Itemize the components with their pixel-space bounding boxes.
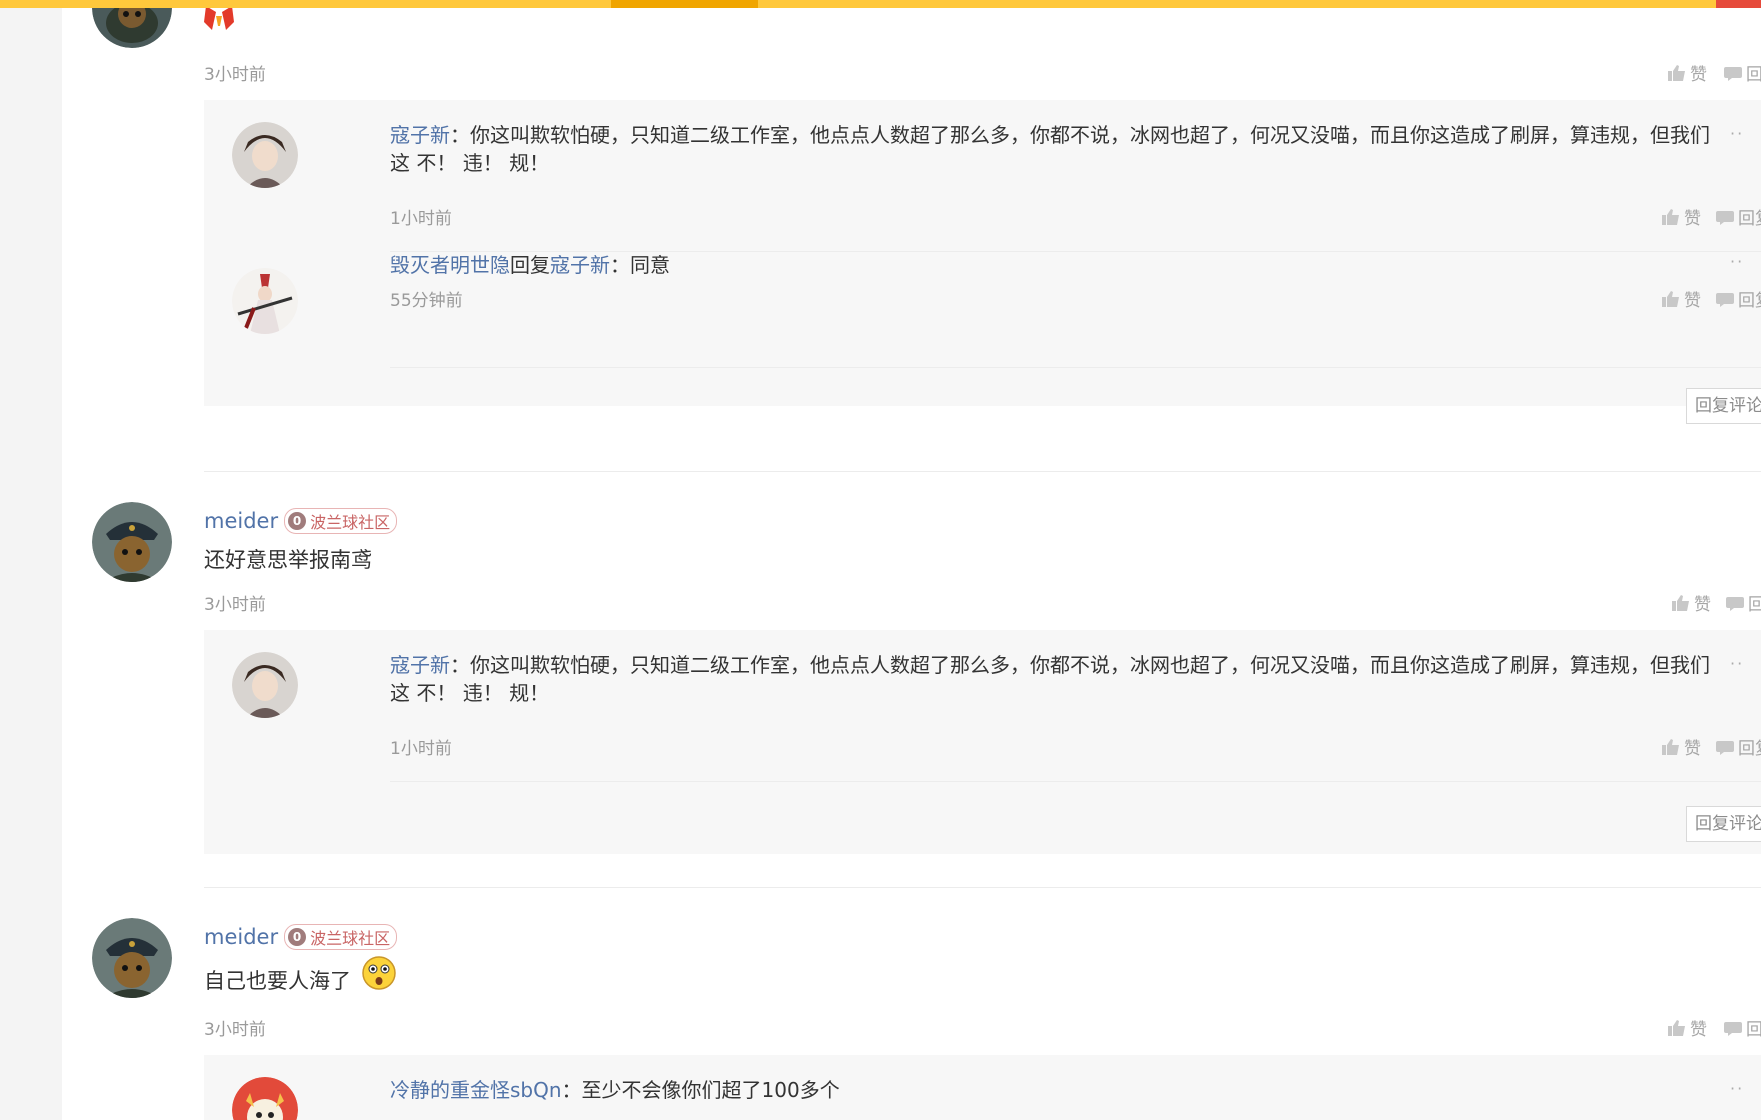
reply-like-button[interactable]: 赞 [1662, 286, 1701, 311]
reply-username[interactable]: 寇子新 [390, 653, 450, 677]
comment-time: 3小时前 [204, 595, 266, 615]
reply-username[interactable]: 冷静的重金怪sbQn [390, 1078, 562, 1102]
thumb-up-icon [1668, 1019, 1685, 1036]
sticker-icon [202, 8, 236, 36]
reply-time: 1小时前 [390, 209, 452, 229]
comment-icon [1724, 66, 1742, 81]
reply-comment-button[interactable]: 回复评论 [1686, 806, 1761, 842]
more-menu-icon[interactable]: ·· [1730, 1079, 1744, 1098]
like-button[interactable]: 赞 [1672, 590, 1711, 615]
user-avatar[interactable] [92, 918, 172, 998]
top-progress-bar [0, 0, 1761, 8]
reply-avatar[interactable] [232, 268, 298, 334]
reply-list: 寇子新：你这叫欺软怕硬，只知道二级工作室，他点点人数超了那么多，你都不说，冰网也… [204, 630, 1761, 854]
reply-avatar[interactable] [232, 652, 298, 718]
comment-icon [1716, 210, 1734, 225]
reply-content: 寇子新：你这叫欺软怕硬，只知道二级工作室，他点点人数超了那么多，你都不说，冰网也… [390, 123, 1710, 147]
comment-time: 3小时前 [204, 1020, 266, 1040]
comment-time: 3小时前 [204, 65, 266, 85]
reply-content-line2: 这 不！ 违！ 规！ [390, 681, 550, 705]
reply-separator [390, 367, 1761, 368]
reply-content: 毁灭者明世隐回复寇子新：同意 [390, 253, 670, 277]
reply-username[interactable]: 寇子新 [390, 123, 450, 147]
reply-list: 寇子新：你这叫欺软怕硬，只知道二级工作室，他点点人数超了那么多，你都不说，冰网也… [204, 100, 1761, 424]
comment-icon [1716, 740, 1734, 755]
thumb-up-icon [1672, 594, 1689, 611]
top-bar-active-segment [611, 0, 758, 8]
reply-reply-button[interactable]: 回复 [1716, 204, 1761, 229]
user-avatar[interactable] [92, 502, 172, 582]
comment-author: meider 0 波兰球社区 [204, 924, 398, 950]
comment-author: meider 0 波兰球社区 [204, 508, 398, 534]
reply-avatar[interactable] [232, 1077, 298, 1120]
reply-content: 寇子新：你这叫欺软怕硬，只知道二级工作室，他点点人数超了那么多，你都不说，冰网也… [390, 653, 1710, 677]
comment-divider [204, 471, 1761, 472]
reply-comment-button[interactable]: 回复评论 [1686, 388, 1761, 424]
user-avatar[interactable] [92, 8, 172, 48]
more-menu-icon[interactable]: ·· [1730, 252, 1744, 271]
comment-divider [204, 887, 1761, 888]
reply-reply-button[interactable]: 回复 [1716, 286, 1761, 311]
level-badge: 0 [288, 512, 307, 530]
community-badge[interactable]: 0 波兰球社区 [284, 924, 398, 950]
reply-reply-button[interactable]: 回复 [1716, 734, 1761, 759]
reply-like-button[interactable]: 赞 [1662, 734, 1701, 759]
comment-text: 还好意思举报南鸢 [204, 548, 372, 572]
more-menu-icon[interactable]: ·· [1730, 124, 1744, 143]
reply-button[interactable]: 回 [1726, 590, 1761, 615]
reply-time: 55分钟前 [390, 291, 463, 311]
comments-panel: 3小时前 赞 回 寇子新：你这叫欺软怕硬，只知道二级工作室，他点点人数超了那么多… [62, 8, 1761, 1120]
username-link[interactable]: meider [204, 925, 278, 949]
reply-avatar[interactable] [232, 122, 298, 188]
reply-like-button[interactable]: 赞 [1662, 204, 1701, 229]
reply-content: 冷静的重金怪sbQn：至少不会像你们超了100多个 [390, 1078, 840, 1102]
reply-button[interactable]: 回 [1724, 1015, 1761, 1040]
more-menu-icon[interactable]: ·· [1730, 654, 1744, 673]
reply-separator [390, 781, 1761, 782]
thumb-up-icon [1662, 290, 1679, 307]
comment-text: 自己也要人海了 [204, 956, 396, 997]
reply-content-line2: 这 不！ 违！ 规！ [390, 151, 550, 175]
comment-icon [1726, 596, 1744, 611]
reply-username[interactable]: 毁灭者明世隐 [390, 253, 510, 277]
thumb-up-icon [1662, 208, 1679, 225]
level-badge: 0 [288, 928, 307, 946]
comment-icon [1716, 292, 1734, 307]
username-link[interactable]: meider [204, 509, 278, 533]
like-button[interactable]: 赞 [1668, 1015, 1707, 1040]
surprised-emoji-icon [361, 956, 396, 990]
reply-button[interactable]: 回 [1724, 60, 1761, 85]
thumb-up-icon [1662, 738, 1679, 755]
top-bar-end-segment [1716, 0, 1761, 8]
reply-list: 冷静的重金怪sbQn：至少不会像你们超了100多个 ·· [204, 1055, 1761, 1120]
comment-icon [1724, 1021, 1742, 1036]
thumb-up-icon [1668, 64, 1685, 81]
reply-target-username[interactable]: 寇子新 [550, 253, 610, 277]
like-button[interactable]: 赞 [1668, 60, 1707, 85]
reply-time: 1小时前 [390, 739, 452, 759]
community-badge[interactable]: 0 波兰球社区 [284, 508, 398, 534]
